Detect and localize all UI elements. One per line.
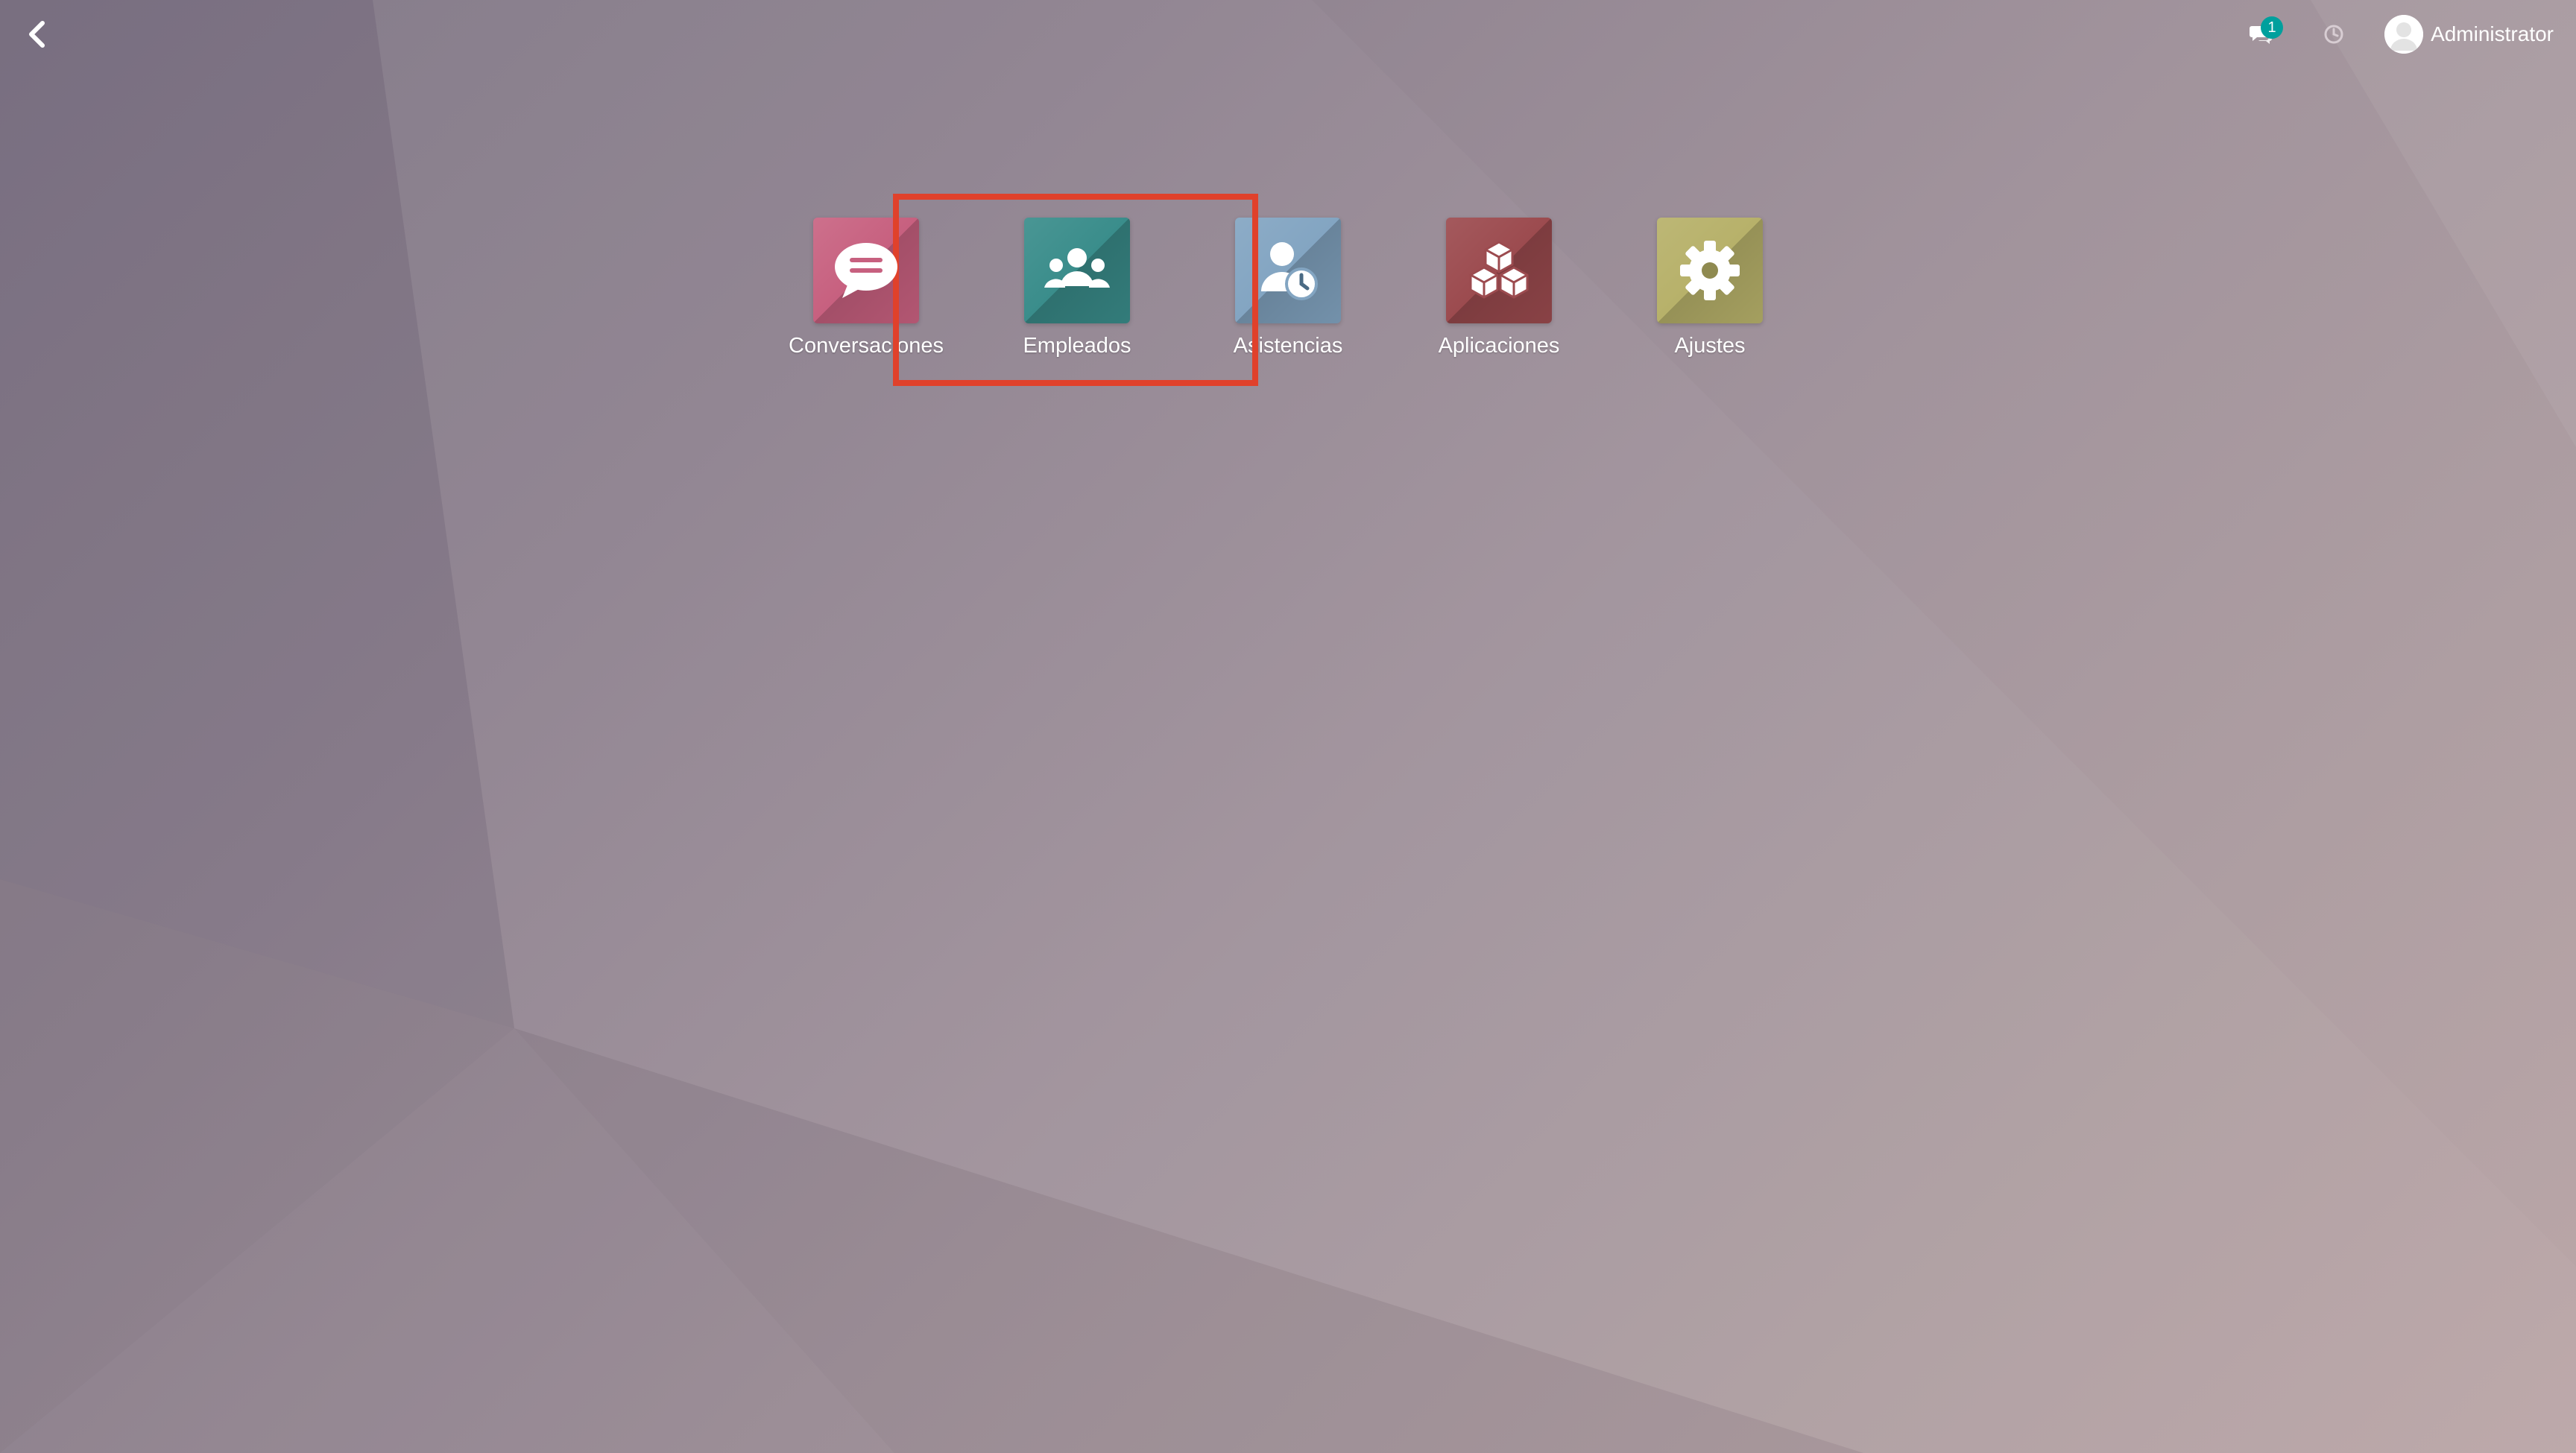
- systray: 1 Administrator: [2238, 10, 2554, 58]
- app-ajustes[interactable]: Ajustes: [1606, 218, 1814, 358]
- app-aplicaciones[interactable]: Aplicaciones: [1395, 218, 1603, 358]
- user-name: Administrator: [2431, 22, 2554, 45]
- user-menu[interactable]: Administrator: [2384, 15, 2554, 54]
- cubes-icon: [1469, 241, 1529, 299]
- activity-menu-button[interactable]: [2313, 13, 2355, 55]
- back-button[interactable]: [16, 13, 58, 55]
- user-avatar-icon: [2384, 15, 2424, 54]
- app-label: Aplicaciones: [1438, 334, 1560, 358]
- speech-bubble-icon: [835, 243, 897, 298]
- app-icon-tile: [1446, 218, 1552, 323]
- people-group-icon: [1044, 248, 1110, 288]
- gear-icon: [1680, 241, 1740, 300]
- clock-icon: [2324, 25, 2343, 44]
- unread-badge: 1: [2261, 16, 2284, 39]
- app-icon-tile: [1657, 218, 1763, 323]
- messaging-menu-button[interactable]: 1: [2238, 12, 2284, 57]
- app-grid: Conversaciones Empleados Asistencias Apl…: [0, 218, 2576, 358]
- user-clock-icon: [1261, 242, 1318, 300]
- chevron-left-icon: [29, 21, 45, 48]
- app-label: Ajustes: [1674, 334, 1746, 358]
- home-screen: 1 Administrator Conversaciones Empleados…: [0, 0, 2576, 1453]
